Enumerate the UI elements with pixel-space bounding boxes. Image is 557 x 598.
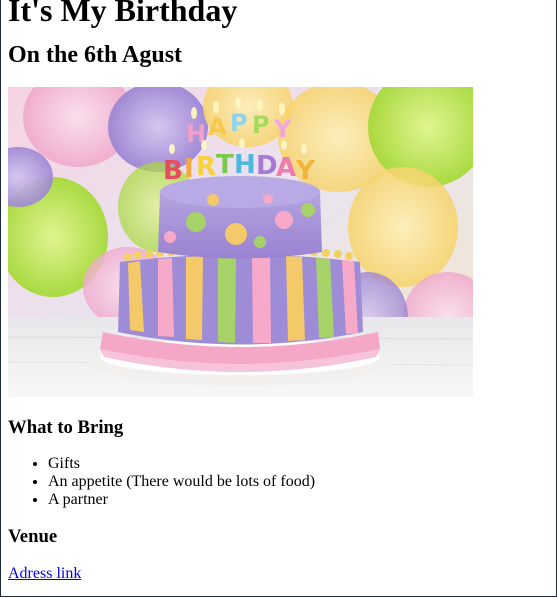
- svg-text:P: P: [252, 111, 270, 139]
- list-item: An appetite (There would be lots of food…: [48, 473, 548, 491]
- svg-text:T: T: [216, 150, 234, 180]
- svg-text:A: A: [276, 153, 296, 183]
- page-title: It's My Birthday: [8, 0, 238, 28]
- what-to-bring-heading: What to Bring: [8, 417, 124, 438]
- svg-text:B: B: [163, 156, 183, 186]
- page-subtitle: On the 6th Agust: [8, 42, 183, 68]
- list-item: Gifts: [48, 455, 548, 473]
- svg-text:I: I: [184, 154, 194, 184]
- svg-text:D: D: [256, 151, 278, 181]
- page-content: It's My Birthday On the 6th Agust H A P …: [8, 0, 548, 583]
- svg-text:A: A: [208, 113, 227, 141]
- venue-heading: Venue: [8, 526, 58, 547]
- svg-text:Y: Y: [273, 115, 292, 143]
- bring-list: Gifts An appetite (There would be lots o…: [8, 455, 548, 509]
- list-item: A partner: [48, 491, 548, 509]
- svg-text:H: H: [234, 150, 256, 180]
- venue-link-container: Adress link: [8, 565, 548, 583]
- svg-text:R: R: [196, 152, 216, 182]
- svg-text:P: P: [230, 109, 248, 137]
- address-link[interactable]: Adress link: [8, 565, 81, 582]
- birthday-cake-image: H A P P Y B I R T H D A Y: [8, 87, 473, 397]
- svg-text:Y: Y: [295, 156, 316, 186]
